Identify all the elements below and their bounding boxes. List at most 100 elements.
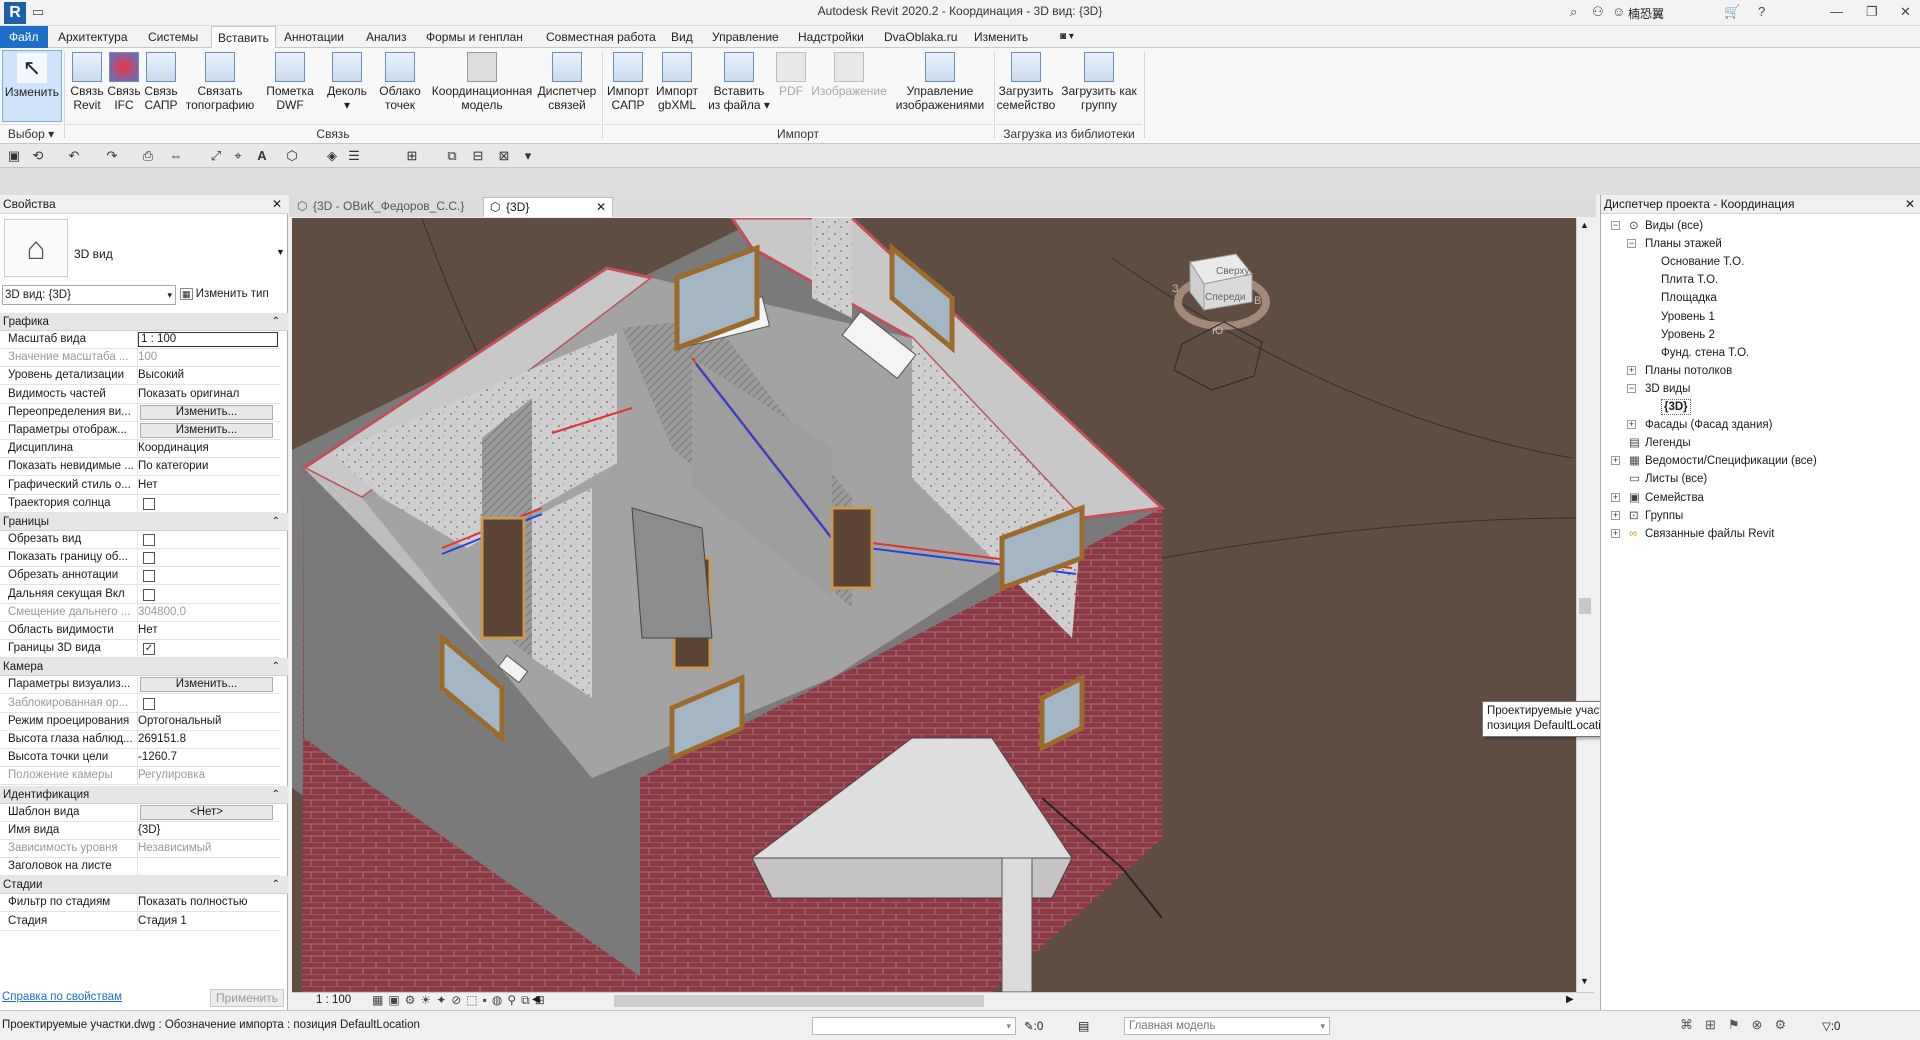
close-icon[interactable]: ✕ [1900, 4, 1911, 20]
selection-option-icons[interactable]: ⌘⊞⚑⊗⚙ [1680, 1017, 1798, 1033]
scroll-down-icon[interactable]: ▼ [1580, 976, 1589, 986]
dwf-markup-button[interactable]: Пометка DWF [262, 52, 318, 112]
collapse-icon[interactable]: ⌃ [272, 786, 280, 804]
modify-button[interactable]: ↖ Изменить [2, 50, 62, 122]
property-value[interactable]: По категории [138, 460, 278, 472]
minimize-icon[interactable]: — [1830, 4, 1843, 19]
horizontal-scroll-thumb[interactable] [614, 995, 984, 1007]
close-hidden-icon[interactable]: ⧉ [444, 148, 460, 164]
viewcube[interactable]: Сверху Спереди В З Ю [1172, 253, 1270, 391]
tree-item[interactable]: −3D виды [1601, 380, 1920, 398]
tree-item[interactable]: Уровень 2 [1601, 326, 1920, 344]
tree-item[interactable]: Фунд. стена Т.О. [1601, 344, 1920, 362]
undo-icon[interactable]: ↶ [66, 148, 82, 164]
link-topography-button[interactable]: Связать топографию [182, 52, 258, 112]
collapse-icon[interactable]: − [1627, 383, 1636, 393]
tab-dvaoblaka[interactable]: DvaOblaka.ru [878, 26, 963, 48]
section-icon[interactable]: ◈ [324, 148, 340, 164]
property-value[interactable]: Стадия 1 [138, 915, 278, 927]
compass-south[interactable]: Ю [1212, 325, 1223, 337]
type-dropdown-icon[interactable]: ▼ [276, 247, 285, 257]
scroll-left-icon[interactable]: ◀ [532, 994, 540, 1005]
property-value[interactable]: -1260.7 [138, 751, 278, 763]
property-checkbox[interactable] [143, 697, 155, 710]
expand-icon[interactable]: + [1611, 510, 1620, 520]
3d-view-icon[interactable]: ⬡ [284, 148, 300, 164]
property-value[interactable]: Ортогональный [138, 715, 278, 727]
workset-dropdown[interactable]: ▾ [812, 1017, 1016, 1035]
collapse-icon[interactable]: − [1611, 221, 1620, 230]
tree-item[interactable]: Площадка [1601, 289, 1920, 307]
collapse-icon[interactable]: ⌃ [272, 658, 280, 676]
view-tab-hvac-3d[interactable]: ⬡ {3D - ОВиК_Федоров_С.С.} [291, 197, 481, 217]
tree-item[interactable]: ▤ Легенды [1601, 434, 1920, 452]
text-icon[interactable]: A [254, 148, 270, 164]
view-scale[interactable]: 1 : 100 [316, 994, 351, 1006]
tree-item[interactable]: − Планы этажей [1601, 235, 1920, 253]
scroll-up-icon[interactable]: ▲ [1580, 220, 1589, 230]
tag-icon[interactable]: ⌖ [230, 148, 246, 164]
scroll-thumb[interactable] [1579, 598, 1591, 614]
thin-lines-icon[interactable]: ☰ [346, 148, 362, 164]
close-icon[interactable]: ✕ [272, 195, 282, 214]
tab-view[interactable]: Вид [665, 26, 699, 48]
tree-item[interactable]: + Планы потолков [1601, 362, 1920, 380]
close-icon[interactable]: ✕ [596, 198, 606, 216]
worksharing-monitor-icon[interactable]: ▤ [1078, 1019, 1089, 1033]
pdf-button[interactable]: PDF [774, 52, 808, 98]
close-icon[interactable]: ✕ [1905, 195, 1915, 214]
tab-massing[interactable]: Формы и генплан [420, 26, 529, 48]
select-group-label[interactable]: Выбор ▾ [0, 124, 62, 142]
property-value[interactable]: 304800.0 [138, 606, 278, 618]
expand-icon[interactable]: + [1611, 456, 1620, 466]
expand-icon[interactable]: + [1627, 365, 1636, 375]
property-value[interactable]: 100 [138, 351, 278, 363]
cart-icon[interactable]: 🛒 [1724, 4, 1740, 20]
vertical-scrollbar[interactable]: ▲ ▼ [1576, 218, 1594, 992]
property-value[interactable]: Нет [138, 479, 278, 491]
property-checkbox[interactable] [143, 534, 155, 546]
tab-systems[interactable]: Системы [142, 26, 204, 48]
insert-from-file-button[interactable]: Вставить из файла ▾ [708, 52, 770, 112]
coordination-model-button[interactable]: Координационная модель [428, 52, 536, 112]
search-icon[interactable]: ⌕ [1570, 4, 1577, 20]
tree-item[interactable]: Уровень 1 [1601, 308, 1920, 326]
design-option-dropdown[interactable]: Главная модель ▾ [1124, 1017, 1330, 1035]
load-family-button[interactable]: Загрузить семейство [996, 52, 1056, 112]
customize-icon[interactable]: ▾ [520, 148, 536, 164]
properties-help-link[interactable]: Справка по свойствам [2, 991, 122, 1003]
property-edit-button[interactable]: Изменить... [140, 677, 273, 693]
tab-insert[interactable]: Вставить [211, 26, 276, 48]
import-cad-button[interactable]: Импорт САПР [606, 52, 650, 112]
dimension-icon[interactable]: ⤢ [208, 148, 224, 164]
switch-windows-icon[interactable]: ⊞ [404, 148, 420, 164]
load-as-group-button[interactable]: Загрузить как группу [1058, 52, 1140, 112]
tab-analyze[interactable]: Анализ [360, 26, 413, 48]
tree-item[interactable]: − ⊙ Виды (все) [1601, 217, 1920, 235]
tile-icon[interactable]: ⊟ [470, 148, 486, 164]
tree-item[interactable]: ▭ Листы (все) [1601, 470, 1920, 488]
tree-item[interactable]: + ▦ Ведомости/Спецификации (все) [1601, 452, 1920, 470]
property-input[interactable]: 1 : 100 [138, 332, 278, 347]
help-icon[interactable]: ? [1758, 4, 1765, 19]
import-gbxml-button[interactable]: Импорт gbXML [652, 52, 702, 112]
edit-type-button[interactable]: ▦ Изменить тип [180, 285, 284, 305]
property-category[interactable]: Границы ⌃ [0, 513, 288, 531]
compass-east[interactable]: В [1254, 295, 1261, 307]
manage-links-button[interactable]: Диспетчер связей [536, 52, 598, 112]
filter-count[interactable]: ▽:0 [1822, 1019, 1840, 1033]
property-category[interactable]: Графика ⌃ [0, 313, 288, 331]
property-checkbox[interactable] [143, 552, 155, 565]
cascade-icon[interactable]: ⊠ [496, 148, 512, 164]
collapse-icon[interactable]: ⌃ [272, 513, 280, 531]
point-cloud-button[interactable]: Облако точек [376, 52, 424, 112]
tree-item[interactable]: + ∞ Связанные файлы Revit [1601, 525, 1920, 543]
apply-button[interactable]: Применить [210, 989, 284, 1007]
property-value[interactable]: Показать оригинал [138, 388, 278, 400]
tree-item[interactable]: + ▣ Семейства [1601, 489, 1920, 507]
redo-icon[interactable]: ↷ [104, 148, 120, 164]
property-category[interactable]: Идентификация ⌃ [0, 785, 288, 804]
tab-architecture[interactable]: Архитектура [52, 26, 134, 48]
binoculars-icon[interactable]: ⚇ [1592, 4, 1604, 20]
property-value[interactable]: Показать полностью [138, 896, 278, 908]
